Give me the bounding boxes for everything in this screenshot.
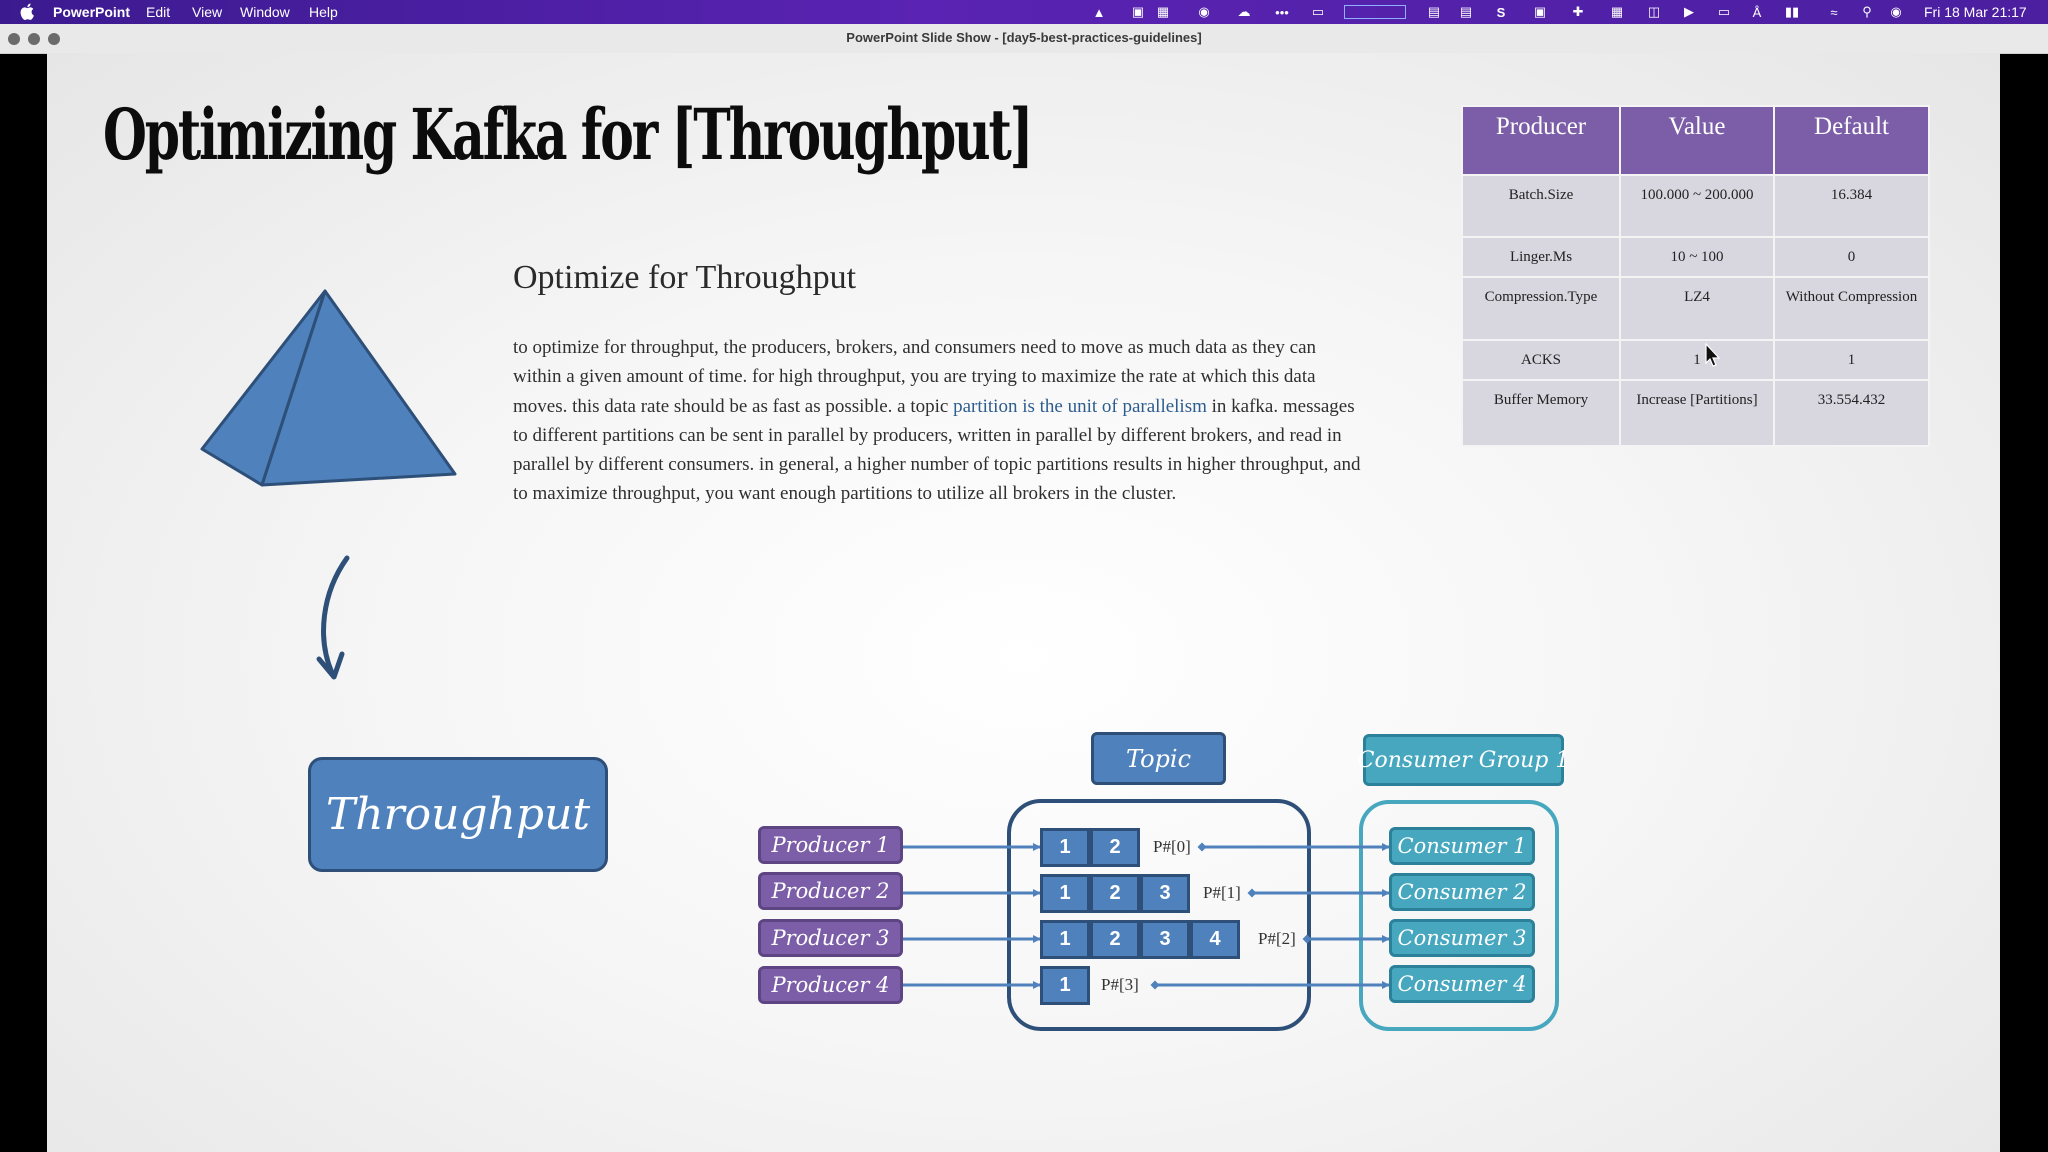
menu-help[interactable]: Help: [309, 4, 338, 20]
battery-icon[interactable]: ▮▮: [1778, 4, 1806, 19]
status-icon-4[interactable]: ◫: [1644, 4, 1664, 19]
menu-bar: PowerPoint Edit View Window Help ▲ ▣ ▦ ◉…: [0, 0, 2048, 24]
play-icon[interactable]: ▶: [1680, 4, 1698, 19]
display-icon[interactable]: ▭: [1308, 4, 1328, 19]
status-icon-1[interactable]: ▲: [1088, 5, 1110, 20]
memory-icon[interactable]: ▤: [1456, 4, 1476, 19]
stats-icon[interactable]: ▤: [1424, 4, 1444, 19]
slide[interactable]: Optimizing Kafka for [Throughput] Optimi…: [47, 53, 2000, 1152]
calendar-icon[interactable]: ▦: [1154, 4, 1172, 19]
wifi-icon[interactable]: ≈: [1824, 5, 1844, 20]
apple-icon[interactable]: [20, 3, 35, 20]
window-title: PowerPoint Slide Show - [day5-best-pract…: [846, 30, 1202, 45]
cpu-graph-icon[interactable]: [1344, 5, 1406, 19]
window-icon[interactable]: ▭: [1714, 4, 1734, 19]
s-app-icon[interactable]: S: [1492, 5, 1510, 20]
pointer-cursor-icon: [1705, 342, 1721, 367]
cloud-icon[interactable]: ☁: [1232, 4, 1256, 19]
more-icon[interactable]: •••: [1272, 5, 1292, 20]
status-icon-2[interactable]: ▣: [1130, 4, 1146, 19]
status-icon-3[interactable]: ▣: [1530, 4, 1550, 19]
grid-icon[interactable]: ▦: [1608, 4, 1626, 19]
menu-view[interactable]: View: [192, 4, 222, 20]
menu-edit[interactable]: Edit: [146, 4, 170, 20]
clock[interactable]: Fri 18 Mar 21:17: [1924, 4, 2027, 20]
search-icon[interactable]: ⚲: [1858, 4, 1876, 19]
app-menu[interactable]: PowerPoint: [53, 4, 130, 20]
menu-window[interactable]: Window: [240, 4, 290, 20]
control-center-icon[interactable]: ◉: [1886, 4, 1906, 19]
grammarly-icon[interactable]: ◉: [1196, 4, 1212, 19]
bluetooth-icon[interactable]: Å: [1750, 5, 1764, 20]
cursor-layer: [1705, 342, 1721, 367]
medical-icon[interactable]: ✚: [1568, 4, 1588, 19]
window-titlebar: PowerPoint Slide Show - [day5-best-pract…: [0, 24, 2048, 54]
